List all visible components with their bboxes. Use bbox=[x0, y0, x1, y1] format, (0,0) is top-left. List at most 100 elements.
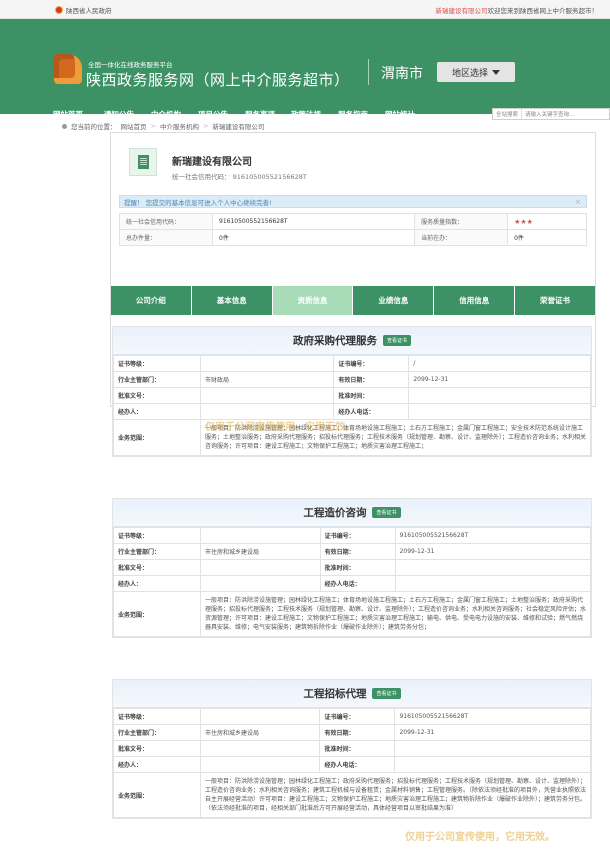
handler-phone-label: 经办人电话： bbox=[333, 403, 410, 420]
close-icon[interactable]: × bbox=[575, 198, 581, 206]
valid-label: 有效日期： bbox=[333, 371, 410, 388]
tab-honors[interactable]: 荣誉证书 bbox=[515, 286, 595, 315]
gov-link[interactable]: 陕西省人民政府 bbox=[55, 5, 112, 15]
approval-time-label: 批准时间： bbox=[333, 387, 410, 404]
valid-label: 有效日期： bbox=[319, 724, 396, 741]
search-scope-label[interactable]: 全站搜索 bbox=[493, 109, 523, 119]
breadcrumb-current: 新瑞建设有限公司 bbox=[212, 123, 265, 131]
national-emblem-icon bbox=[55, 6, 63, 14]
breadcrumb-separator: > bbox=[150, 122, 156, 130]
qualification-panel: 工程造价咨询 查看证书 证书等级： 证书编号： 9161050055215662… bbox=[112, 498, 592, 638]
approval-time-label: 批准时间： bbox=[319, 740, 396, 757]
region-select-button[interactable]: 地区选择 bbox=[437, 62, 515, 82]
handler-phone-value bbox=[408, 403, 591, 420]
handler-phone-value bbox=[394, 756, 591, 773]
cert-level-label: 证书等级： bbox=[113, 708, 201, 725]
tab-credit[interactable]: 信用信息 bbox=[434, 286, 515, 315]
valid-label: 有效日期： bbox=[319, 543, 396, 560]
handler-label: 经办人： bbox=[113, 756, 201, 773]
approval-no-label: 批准文号： bbox=[113, 740, 201, 757]
info-notice: 提醒！ 您提交的基本信息可进入个人中心继续完善! × bbox=[119, 195, 587, 208]
handler-value bbox=[199, 756, 321, 773]
approval-no-value bbox=[199, 740, 321, 757]
breadcrumb-separator: > bbox=[202, 122, 209, 130]
welcome-suffix: 欢迎您来到陕西省网上中介服务超市！ bbox=[487, 7, 599, 15]
nav-guide[interactable]: 服务指南 bbox=[338, 109, 368, 120]
nav-statistics[interactable]: 网站统计 bbox=[385, 109, 415, 120]
panel-title: 工程造价咨询 bbox=[303, 507, 367, 519]
current-label: 当前在办： bbox=[414, 229, 509, 246]
approval-time-value bbox=[408, 387, 591, 404]
handler-value bbox=[200, 575, 321, 592]
current-value: 0件 bbox=[507, 229, 587, 246]
site-search[interactable]: 全站搜索 请输入关键字查询... bbox=[492, 108, 610, 120]
cert-level-label: 证书等级： bbox=[113, 527, 201, 544]
dept-value: 市财政局 bbox=[199, 371, 335, 388]
handler-label: 经办人： bbox=[113, 575, 201, 592]
dept-label: 行业主管部门： bbox=[113, 371, 201, 388]
view-certificate-button[interactable]: 查看证书 bbox=[372, 507, 401, 518]
scope-label: 业务范围： bbox=[113, 591, 201, 637]
view-certificate-button[interactable]: 查看证书 bbox=[382, 335, 411, 346]
welcome-text: 新瑞建设有限公司欢迎您来到陕西省网上中介服务超市！ bbox=[436, 5, 599, 15]
nav-projects[interactable]: 项目公告 bbox=[198, 109, 228, 120]
dept-label: 行业主管部门： bbox=[113, 543, 201, 560]
location-pin-icon bbox=[62, 123, 67, 129]
header-divider bbox=[368, 59, 369, 85]
panel-header: 工程招标代理 查看证书 bbox=[113, 680, 591, 708]
handler-value bbox=[199, 403, 335, 420]
qualification-panel: 工程招标代理 查看证书 证书等级： 证书编号： 9161050055215662… bbox=[112, 679, 592, 819]
cert-level-value bbox=[200, 527, 321, 544]
dept-value: 市住房和城乡建设局 bbox=[199, 724, 321, 741]
cert-level-label: 证书等级： bbox=[113, 355, 201, 372]
breadcrumb-prefix: 您当前的位置： bbox=[71, 123, 117, 131]
scope-label: 业务范围： bbox=[113, 772, 201, 818]
approval-time-value bbox=[394, 740, 591, 757]
panel-title: 政府采购代理服务 bbox=[292, 335, 377, 347]
company-icon bbox=[129, 148, 157, 176]
tab-basic-info[interactable]: 基本信息 bbox=[191, 286, 272, 315]
cert-level-value bbox=[199, 355, 335, 372]
region-select-label: 地区选择 bbox=[451, 68, 488, 79]
handler-label: 经办人： bbox=[113, 403, 201, 420]
view-certificate-button[interactable]: 查看证书 bbox=[372, 688, 401, 699]
search-input[interactable]: 请输入关键字查询... bbox=[522, 110, 574, 118]
breadcrumb-home[interactable]: 网站首页 bbox=[121, 121, 147, 131]
nav-notices[interactable]: 通知公告 bbox=[104, 109, 134, 120]
gov-name: 陕西省人民政府 bbox=[66, 7, 112, 15]
valid-value: 2099-12-31 bbox=[408, 371, 591, 388]
company-info-table: 统一社会信用代码： 91610500552156628T 服务质量指数： ★★★… bbox=[119, 213, 587, 246]
handler-phone-value bbox=[394, 575, 592, 592]
welcome-company-link[interactable]: 新瑞建设有限公司 bbox=[436, 7, 488, 15]
credit-label: 统一社会信用代码： bbox=[119, 213, 213, 230]
approval-no-label: 批准文号： bbox=[113, 559, 201, 576]
valid-value: 2099-12-31 bbox=[394, 724, 591, 741]
handler-phone-label: 经办人电话： bbox=[319, 575, 396, 592]
dropdown-arrow-icon bbox=[492, 69, 500, 75]
scope-label: 业务范围： bbox=[113, 419, 201, 456]
approval-no-label: 批准文号： bbox=[113, 387, 201, 404]
valid-value: 2099-12-31 bbox=[394, 543, 592, 560]
company-credit-code: 统一社会信用代码： 91610500552156628T bbox=[172, 173, 307, 181]
rating-stars: ★★★ bbox=[514, 217, 533, 226]
cert-level-value bbox=[199, 708, 321, 725]
scope-value: 一般项目：防洪除涝设施管理；园林绿化工程施工；体育场地设施工程施工；土石方工程施… bbox=[200, 419, 591, 456]
handler-phone-label: 经办人电话： bbox=[319, 756, 396, 773]
panel-header: 工程造价咨询 查看证书 bbox=[113, 499, 591, 527]
tab-intro[interactable]: 公司介绍 bbox=[111, 286, 191, 315]
nav-policies[interactable]: 政策法规 bbox=[291, 109, 321, 120]
nav-agencies[interactable]: 中介机构 bbox=[151, 109, 181, 120]
breadcrumb-agencies[interactable]: 中介服务机构 bbox=[160, 121, 199, 131]
panel-header: 政府采购代理服务 查看证书 bbox=[113, 327, 591, 355]
dept-label: 行业主管部门： bbox=[113, 724, 201, 741]
approval-time-value bbox=[394, 559, 592, 576]
cert-no-label: 证书编号： bbox=[319, 527, 396, 544]
tab-qualifications[interactable]: 资质信息 bbox=[272, 286, 353, 315]
quality-label: 服务质量指数： bbox=[414, 213, 509, 230]
tab-performance[interactable]: 业绩信息 bbox=[353, 286, 434, 315]
site-logo-icon[interactable] bbox=[54, 54, 82, 84]
site-header: 全国一体化在线政务服务平台 陕西政务服务网（网上中介服务超市） 渭南市 地区选择… bbox=[0, 19, 610, 125]
total-label: 总办件量： bbox=[119, 229, 213, 246]
nav-services[interactable]: 服务事项 bbox=[245, 109, 275, 120]
qualification-panel: 政府采购代理服务 查看证书 证书等级： 证书编号： / 行业主管部门： 市财政局… bbox=[112, 326, 592, 457]
